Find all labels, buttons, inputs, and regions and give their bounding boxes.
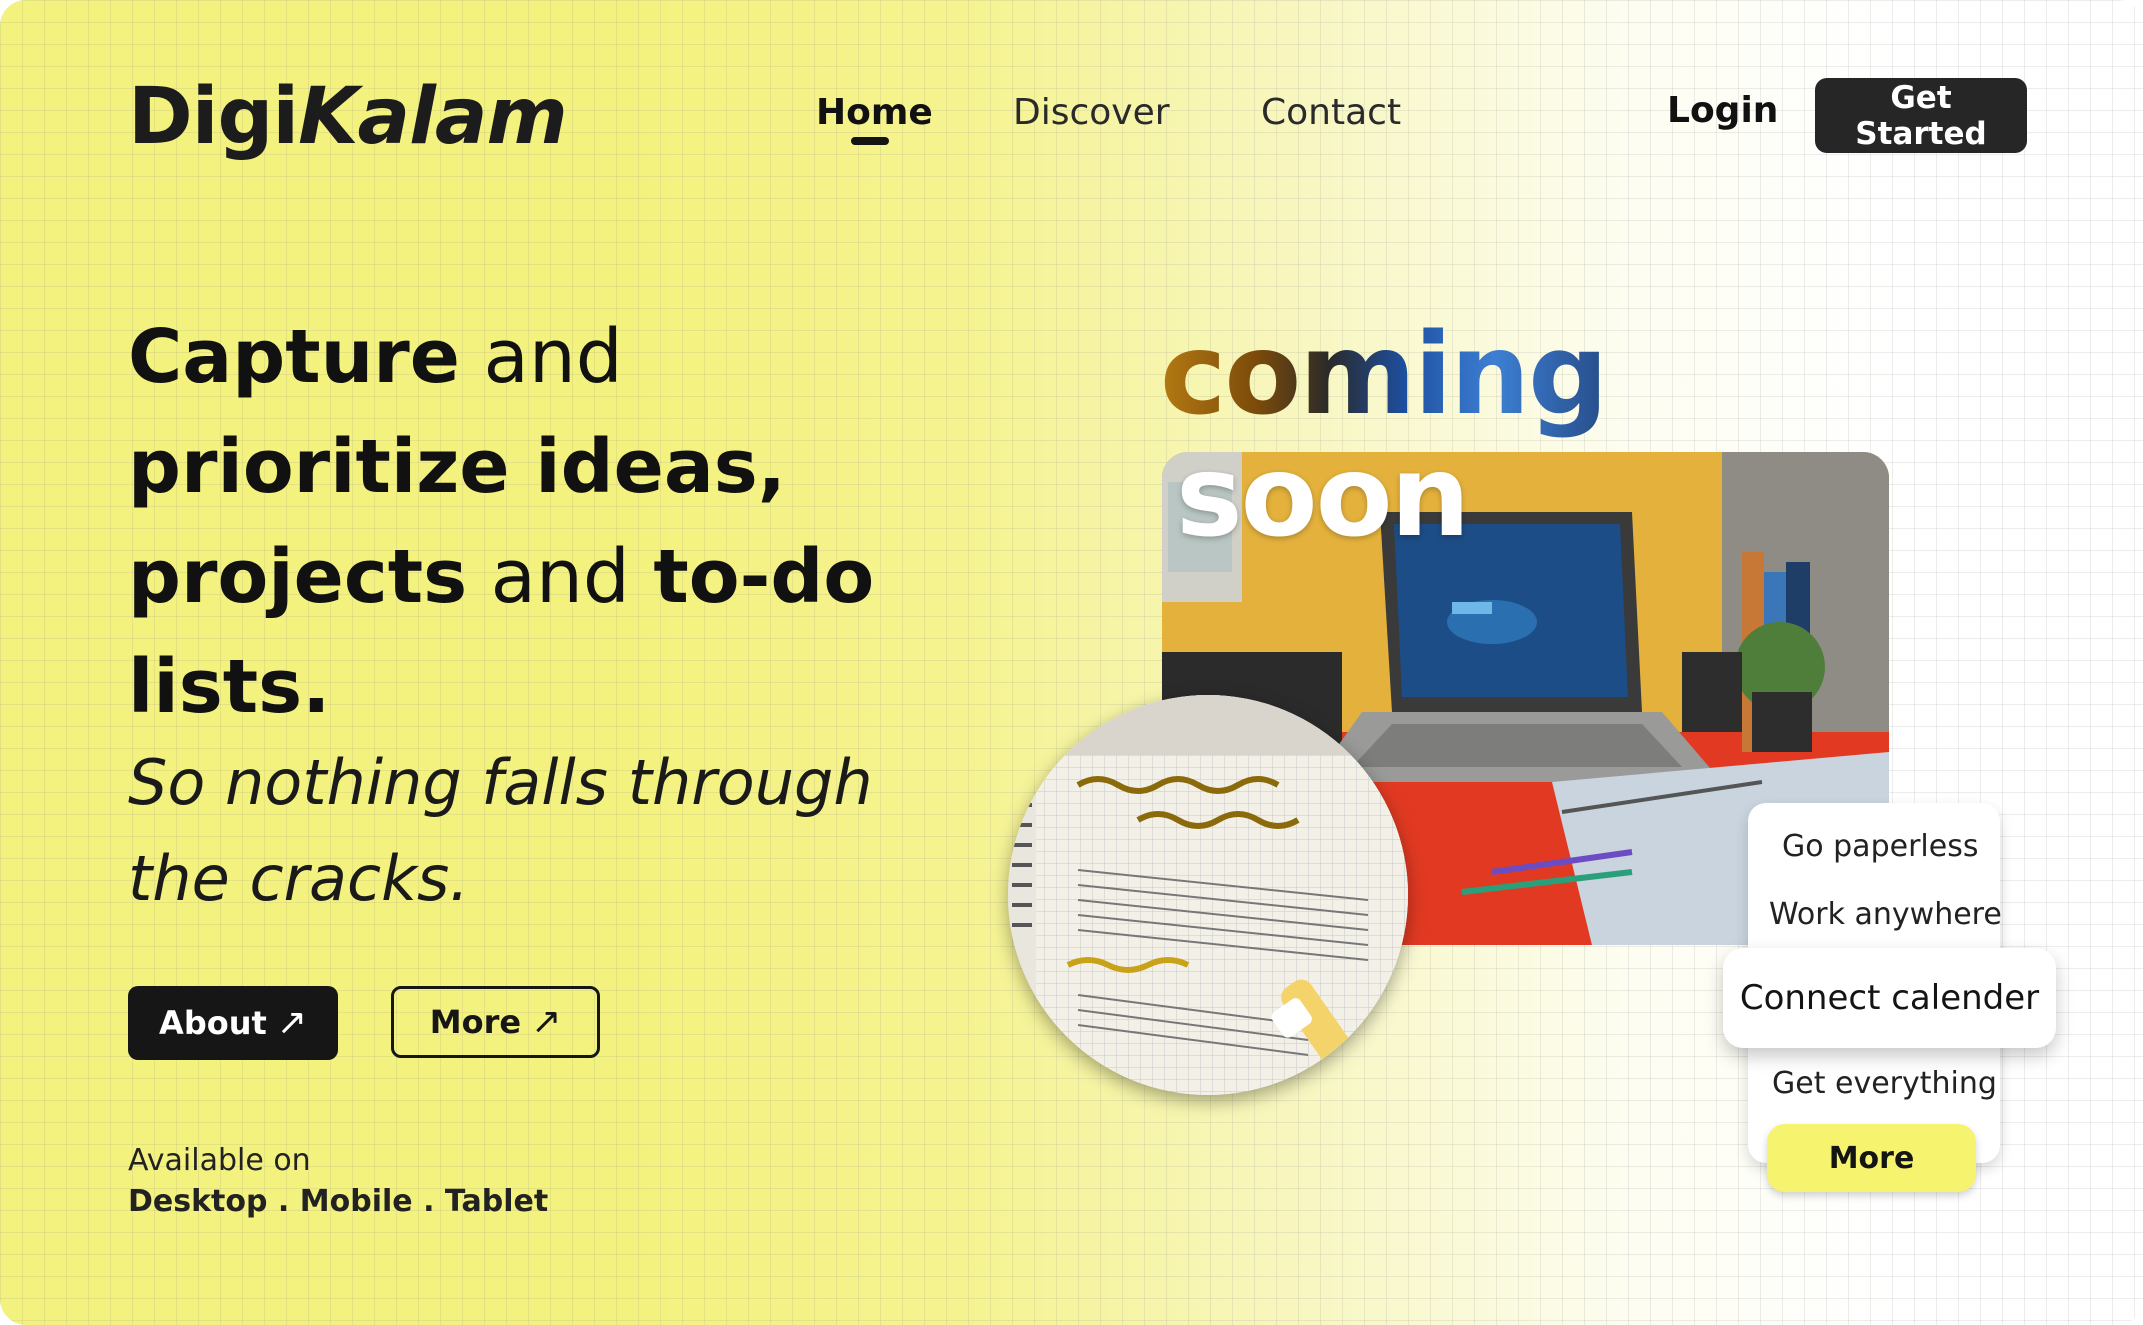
get-started-button[interactable]: Get Started — [1815, 78, 2027, 153]
feature-connect-calendar[interactable]: Connect calender — [1723, 948, 2056, 1048]
brand-logo[interactable]: DigiKalam — [128, 72, 568, 162]
nav-contact-link[interactable]: Contact — [1261, 92, 1401, 133]
nav-active-indicator — [851, 137, 889, 145]
arrow-up-right-icon: ↗ — [531, 1001, 562, 1042]
available-on-label: Available on — [128, 1143, 311, 1178]
feature-more-button[interactable]: More — [1767, 1124, 1976, 1192]
notebook-photo — [1008, 695, 1408, 1095]
headline-todo: to-do — [653, 534, 875, 620]
landing-page: DigiKalam Home Discover Contact Login Ge… — [0, 0, 2143, 1325]
platforms-list: Desktop . Mobile . Tablet — [128, 1184, 549, 1219]
about-button[interactable]: About ↗ — [128, 986, 338, 1060]
logo-italic-text: Kalam — [298, 72, 568, 162]
feature-work-anywhere: Work anywhere — [1769, 897, 2002, 932]
headline-and-1: and — [459, 314, 623, 400]
headline-lists: lists. — [128, 644, 331, 730]
headline-prioritize: prioritize ideas, — [128, 424, 786, 510]
headline-and-2: and — [467, 534, 654, 620]
soon-text: soon — [1176, 432, 1470, 562]
nav-home-link[interactable]: Home — [816, 92, 933, 133]
more-button-label: More — [429, 1003, 522, 1041]
hero-headline: Capture and prioritize ideas, projects a… — [128, 302, 928, 742]
feature-go-paperless: Go paperless — [1782, 829, 1979, 864]
arrow-up-right-icon: ↗ — [276, 1002, 307, 1043]
about-button-label: About — [159, 1004, 267, 1042]
logo-regular-text: Digi — [128, 72, 299, 162]
feature-get-everything: Get everything — [1772, 1066, 1997, 1101]
headline-projects: projects — [128, 534, 468, 620]
coming-text: coming — [1160, 310, 1608, 440]
login-link[interactable]: Login — [1667, 90, 1778, 131]
hero-tagline: So nothing falls through the cracks. — [128, 746, 873, 915]
more-button[interactable]: More ↗ — [391, 986, 600, 1058]
nav-discover-link[interactable]: Discover — [1013, 92, 1170, 133]
notebook-illustration — [1008, 695, 1408, 1095]
headline-capture: Capture — [128, 314, 460, 400]
